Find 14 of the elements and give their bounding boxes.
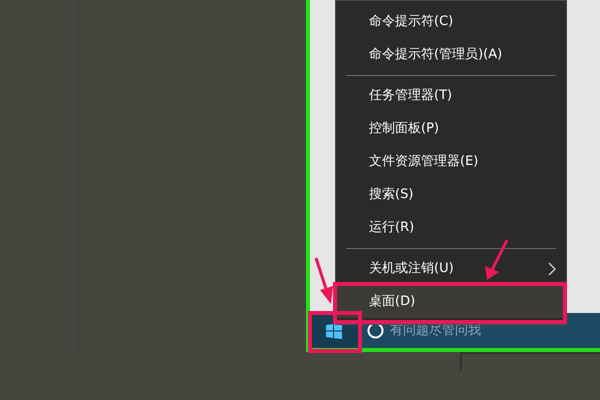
menu-item[interactable]: 任务管理器(T) [336,79,566,112]
menu-item[interactable]: 桌面(D) [336,285,566,318]
menu-item[interactable]: 搜索(S) [336,178,566,211]
menu-item[interactable]: 命令提示符(管理员)(A) [336,38,566,71]
circle-icon [367,322,384,339]
menu-item[interactable]: 文件资源管理器(E) [336,145,566,178]
arrow [485,239,508,280]
menu-item[interactable]: 命令提示符(C) [336,5,566,38]
menu-item[interactable]: 运行(R) [336,211,566,244]
arrow [314,258,333,304]
menu-item[interactable]: 控制面板(P) [336,112,566,145]
windows-logo-icon [326,322,342,338]
chevron-right-icon [548,262,556,276]
menu-item[interactable]: 关机或注销(U) [336,252,566,285]
